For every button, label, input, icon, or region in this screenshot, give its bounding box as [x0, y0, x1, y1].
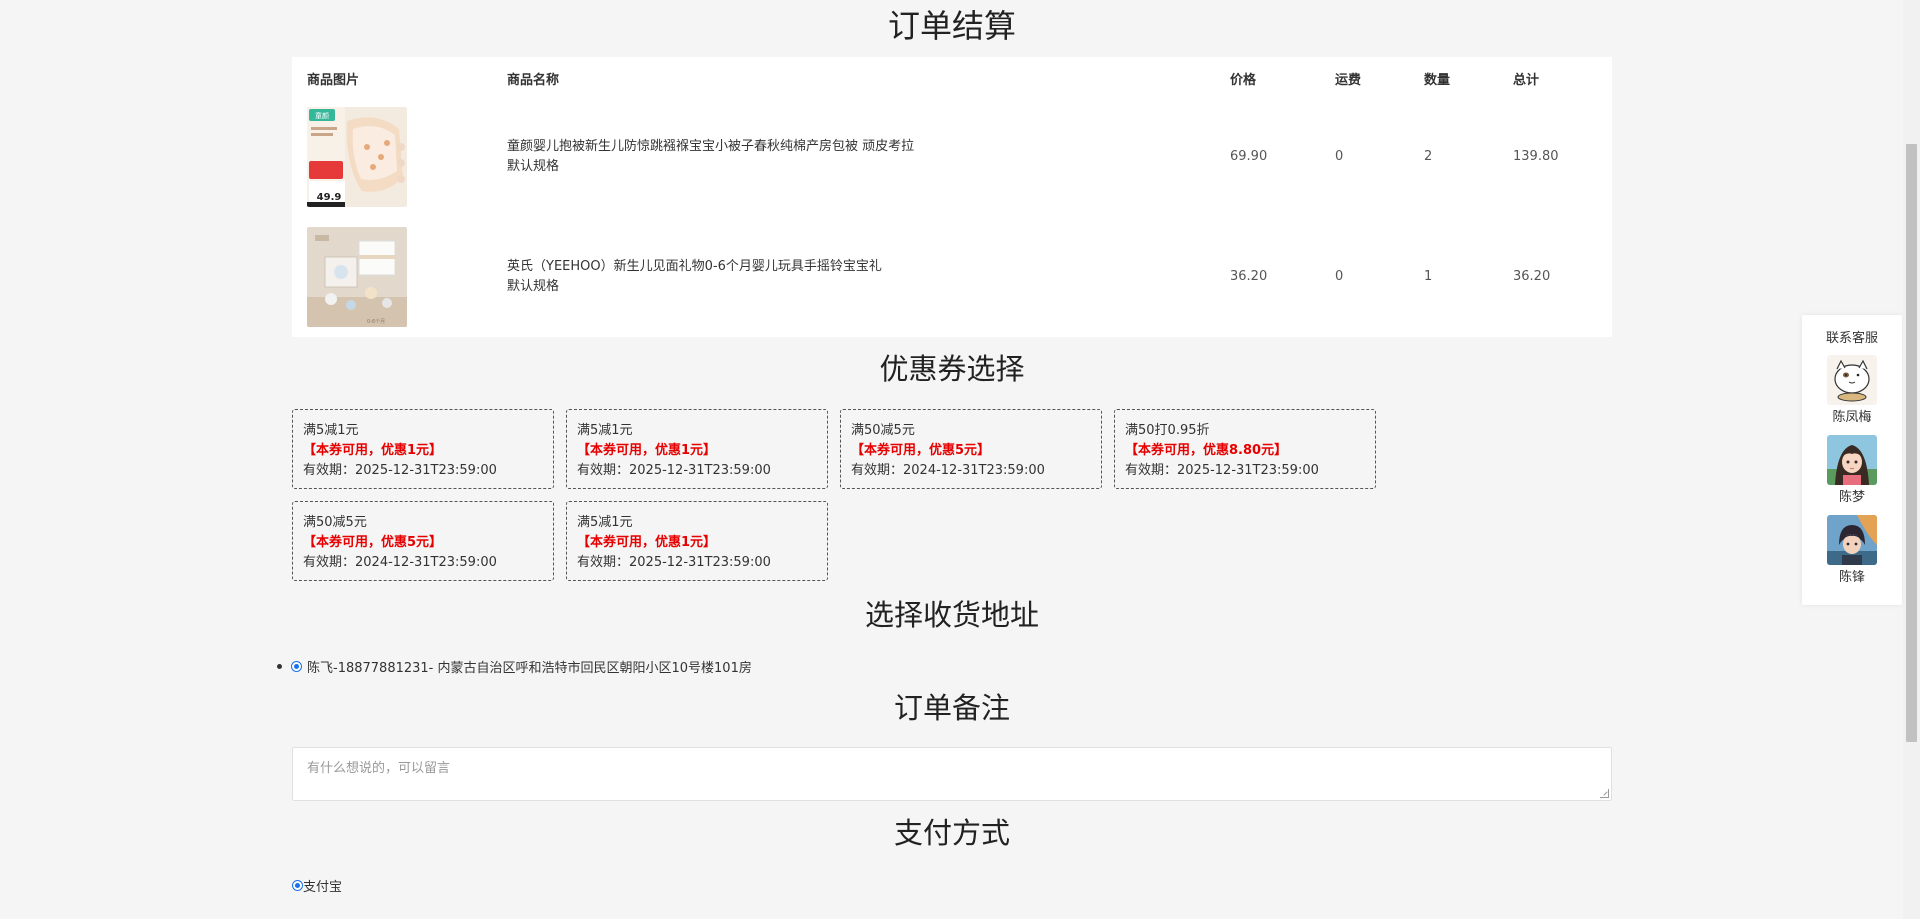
- item-price: 36.20: [1230, 269, 1268, 284]
- address-text[interactable]: 陈飞-18877881231- 内蒙古自治区呼和浩特市回民区朝阳小区10号楼10…: [307, 657, 752, 676]
- svg-text:0-6个月: 0-6个月: [367, 319, 385, 325]
- scrollbar-thumb[interactable]: [1906, 144, 1917, 742]
- coupon-card[interactable]: 满50减5元 【本券可用，优惠5元】 有效期：2024-12-31T23:59:…: [840, 409, 1102, 489]
- order-table: 商品图片 商品名称 价格 运费 数量 总计 童颜 49.9 童颜婴儿抱被新生儿防…: [292, 57, 1612, 337]
- anime-girl-avatar[interactable]: [1827, 435, 1877, 485]
- item-shipping: 0: [1335, 269, 1344, 284]
- agent-name[interactable]: 陈凤梅: [1827, 406, 1877, 425]
- address-option[interactable]: 陈飞-18877881231- 内蒙古自治区呼和浩特市回民区朝阳小区10号楼10…: [277, 657, 752, 676]
- coupon-rule: 满5减1元: [303, 423, 359, 438]
- coupon-status: 【本券可用，优惠5元】: [303, 535, 443, 550]
- product-spec: 默认规格: [507, 159, 560, 174]
- page-title: 订单结算: [887, 7, 1016, 45]
- product-title[interactable]: 童颜婴儿抱被新生儿防惊跳襁褓宝宝小被子春秋纯棉产房包被 顽皮考拉: [507, 137, 914, 157]
- coupon-validity: 有效期：2024-12-31T23:59:00: [851, 463, 1045, 478]
- product-spec: 默认规格: [507, 279, 560, 294]
- table-row: 0-6个月 英氏（YEEHOO）新生儿见面礼物0-6个月婴儿玩具手摇铃宝宝礼 默…: [292, 227, 1612, 327]
- item-quantity: 2: [1424, 149, 1433, 164]
- resize-grip-icon[interactable]: [1600, 789, 1609, 798]
- customer-service-panel: 联系客服 陈凤梅 陈梦 陈锋: [1802, 315, 1902, 605]
- baby-swaddle-product-image[interactable]: 童颜 49.9: [307, 107, 407, 207]
- remark-textarea[interactable]: 有什么想说的，可以留言: [292, 747, 1612, 801]
- header-quantity: 数量: [1424, 73, 1451, 88]
- header-shipping: 运费: [1335, 73, 1362, 88]
- coupon-card[interactable]: 满50减5元 【本券可用，优惠5元】 有效期：2024-12-31T23:59:…: [292, 501, 554, 581]
- coupon-rule: 满50减5元: [303, 515, 367, 530]
- coupon-status: 【本券可用，优惠1元】: [577, 443, 717, 458]
- coupon-validity: 有效期：2024-12-31T23:59:00: [303, 555, 497, 570]
- coupon-card[interactable]: 满5减1元 【本券可用，优惠1元】 有效期：2025-12-31T23:59:0…: [566, 409, 828, 489]
- item-price: 69.90: [1230, 149, 1268, 164]
- svg-text:童颜: 童颜: [315, 111, 329, 120]
- coupon-status: 【本券可用，优惠1元】: [303, 443, 443, 458]
- agent-name[interactable]: 陈锋: [1827, 566, 1877, 585]
- coupon-rule: 满5减1元: [577, 515, 633, 530]
- table-row: 童颜 49.9 童颜婴儿抱被新生儿防惊跳襁褓宝宝小被子春秋纯棉产房包被 顽皮考拉…: [292, 107, 1612, 207]
- svg-text:49.9: 49.9: [317, 192, 342, 203]
- item-quantity: 1: [1424, 269, 1433, 284]
- payment-option[interactable]: 支付宝: [292, 876, 342, 895]
- agent-name[interactable]: 陈梦: [1827, 486, 1877, 505]
- anime-boy-avatar[interactable]: [1827, 515, 1877, 565]
- customer-service-title: 联系客服: [1825, 331, 1878, 346]
- gift-box-product-image[interactable]: 0-6个月: [307, 227, 407, 327]
- product-name[interactable]: 英氏（YEEHOO）新生儿见面礼物0-6个月婴儿玩具手摇铃宝宝礼 默认规格: [507, 257, 882, 297]
- header-price: 价格: [1230, 73, 1257, 88]
- product-name[interactable]: 童颜婴儿抱被新生儿防惊跳襁褓宝宝小被子春秋纯棉产房包被 顽皮考拉 默认规格: [507, 137, 914, 177]
- coupon-card[interactable]: 满50打0.95折 【本券可用，优惠8.80元】 有效期：2025-12-31T…: [1114, 409, 1376, 489]
- header-total: 总计: [1513, 73, 1540, 88]
- coupon-status: 【本券可用，优惠1元】: [577, 535, 717, 550]
- product-title[interactable]: 英氏（YEEHOO）新生儿见面礼物0-6个月婴儿玩具手摇铃宝宝礼: [507, 257, 882, 277]
- coupon-validity: 有效期：2025-12-31T23:59:00: [303, 463, 497, 478]
- cartoon-cat-avatar[interactable]: [1827, 355, 1877, 405]
- list-bullet: [277, 664, 282, 669]
- coupon-validity: 有效期：2025-12-31T23:59:00: [1125, 463, 1319, 478]
- agent-chenfeng[interactable]: 陈锋: [1827, 515, 1877, 585]
- payment-section-title: 支付方式: [893, 816, 1010, 850]
- address-radio[interactable]: [291, 661, 302, 672]
- coupon-section-title: 优惠券选择: [879, 352, 1025, 386]
- item-total: 139.80: [1513, 149, 1559, 164]
- remark-placeholder: 有什么想说的，可以留言: [307, 761, 451, 776]
- coupon-card[interactable]: 满5减1元 【本券可用，优惠1元】 有效期：2025-12-31T23:59:0…: [566, 501, 828, 581]
- item-total: 36.20: [1513, 269, 1551, 284]
- page-scrollbar[interactable]: [1903, 0, 1920, 919]
- coupon-card[interactable]: 满5减1元 【本券可用，优惠1元】 有效期：2025-12-31T23:59:0…: [292, 409, 554, 489]
- item-shipping: 0: [1335, 149, 1344, 164]
- coupon-rule: 满5减1元: [577, 423, 633, 438]
- header-name: 商品名称: [507, 73, 560, 88]
- address-section-title: 选择收货地址: [864, 598, 1039, 632]
- agent-chenfengmei[interactable]: 陈凤梅: [1827, 355, 1877, 425]
- coupon-status: 【本券可用，优惠5元】: [851, 443, 991, 458]
- coupon-rule: 满50减5元: [851, 423, 915, 438]
- checkout-page: 订单结算 商品图片 商品名称 价格 运费 数量 总计 童颜 49.9 童颜婴儿抱…: [0, 0, 1920, 919]
- header-image: 商品图片: [307, 73, 360, 88]
- agent-chenmeng[interactable]: 陈梦: [1827, 435, 1877, 505]
- coupon-rule: 满50打0.95折: [1125, 423, 1210, 438]
- remark-section-title: 订单备注: [893, 691, 1010, 725]
- coupon-status: 【本券可用，优惠8.80元】: [1125, 443, 1288, 458]
- payment-method-label[interactable]: 支付宝: [303, 876, 342, 895]
- coupon-validity: 有效期：2025-12-31T23:59:00: [577, 463, 771, 478]
- payment-radio[interactable]: [292, 880, 303, 891]
- coupon-validity: 有效期：2025-12-31T23:59:00: [577, 555, 771, 570]
